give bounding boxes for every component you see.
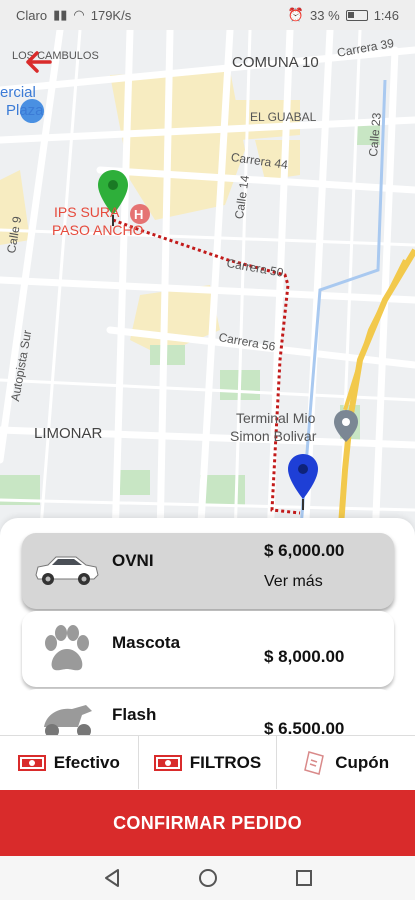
map-park	[150, 345, 185, 365]
map-label: ercial	[0, 84, 36, 101]
map-label: Simon Bolivar	[230, 428, 317, 444]
carrier-label: Claro	[16, 7, 48, 23]
paw-icon	[45, 625, 89, 671]
car-icon	[35, 556, 99, 585]
service-name: Flash	[112, 705, 157, 724]
map-park	[120, 470, 150, 495]
map-label: Plaza	[6, 102, 44, 119]
map-label: IPS SURA	[54, 204, 120, 220]
map-label: COMUNA 10	[232, 54, 319, 71]
battery-icon	[345, 9, 368, 21]
service-option-mascota[interactable]: Mascota $ 8,000.00	[22, 611, 394, 687]
square-recents-icon	[295, 870, 312, 886]
network-speed: 179K/s	[90, 7, 132, 23]
arrow-left-icon	[26, 51, 52, 73]
nav-home-button[interactable]	[196, 866, 220, 890]
svg-text:H: H	[134, 207, 143, 222]
battery-percent: 33 %	[310, 7, 340, 23]
clock: 1:46	[373, 7, 399, 23]
map-canvas: H	[0, 30, 415, 540]
service-option-ovni[interactable]: OVNI $ 6,000.00 Ver más	[22, 533, 394, 609]
nav-back-button[interactable]	[100, 866, 124, 890]
motorcycle-icon	[44, 705, 92, 737]
circle-home-icon	[198, 869, 217, 887]
service-name: OVNI	[112, 551, 154, 570]
map-label: Terminal Mio	[236, 410, 316, 426]
service-option-flash[interactable]: Flash $ 6.500.00	[22, 689, 394, 739]
cash-icon	[17, 754, 46, 771]
payment-bar: Efectivo FILTROS Cupón	[0, 735, 415, 789]
confirm-order-button[interactable]: CONFIRMAR PEDIDO	[0, 790, 415, 856]
cash-label: Efectivo	[53, 752, 120, 772]
filters-label: FILTROS	[189, 752, 262, 772]
wifi-icon: ◠	[73, 7, 85, 22]
service-name: Mascota	[112, 633, 181, 652]
cash-icon	[153, 754, 182, 771]
map-label: PASO ANCHO	[52, 222, 144, 238]
service-price: $ 6,000.00	[264, 541, 345, 560]
destination-pin-icon	[288, 454, 318, 510]
signal-icon: ▮▮	[53, 7, 68, 22]
service-price: $ 8,000.00	[264, 647, 345, 666]
alarm-icon: ⏰	[287, 7, 305, 22]
coupon-option[interactable]: Cupón	[277, 736, 415, 789]
map-label: EL GUABAL	[250, 110, 317, 124]
coupon-label: Cupón	[335, 752, 390, 772]
coupon-icon	[304, 750, 325, 775]
filters-option[interactable]: FILTROS	[139, 736, 278, 789]
triangle-back-icon	[104, 869, 119, 887]
status-bar: Claro ▮▮ ◠ 179K/s ⏰ 33 % 1:46	[0, 0, 415, 30]
map-label: LIMONAR	[34, 425, 103, 442]
nav-recents-button[interactable]	[292, 866, 316, 890]
map-view[interactable]: H LOS CAMBULOS Carrera 39 COMUNA 10 erci…	[0, 30, 415, 540]
see-more-link[interactable]: Ver más	[264, 573, 323, 591]
back-button[interactable]	[24, 50, 60, 86]
cash-option[interactable]: Efectivo	[0, 736, 139, 789]
system-nav-bar	[0, 856, 415, 900]
